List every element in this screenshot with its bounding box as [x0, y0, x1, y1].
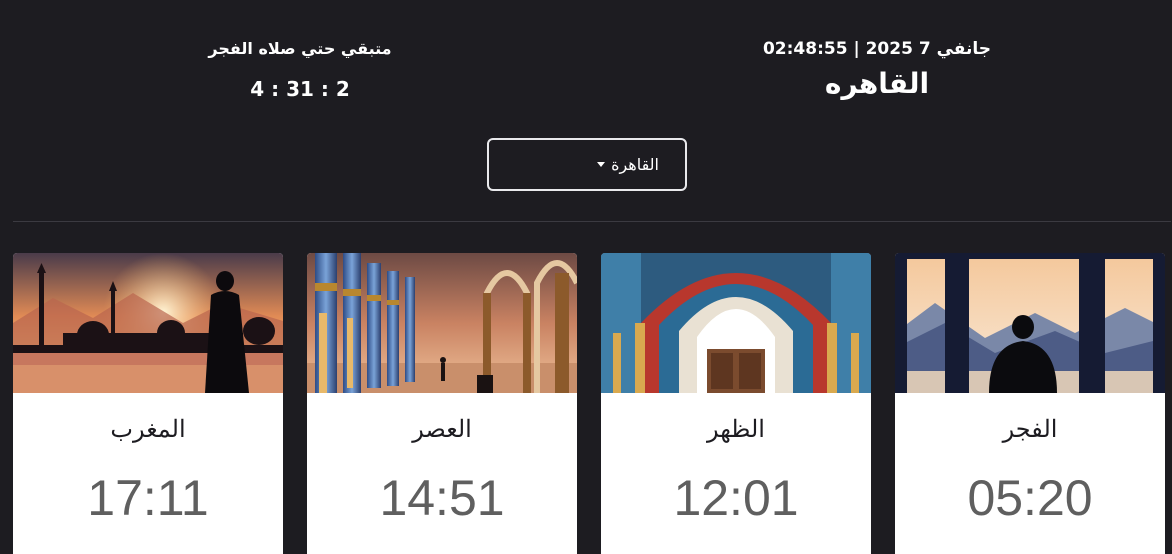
countdown-info: متبقي حتي صلاه الفجر 4 : 31 : 2: [180, 36, 420, 104]
chevron-down-icon: [597, 162, 606, 167]
maghrib-image: [13, 253, 283, 393]
city-select[interactable]: القاهرة: [487, 138, 687, 191]
date-time: جانفي 7 2025 | 02:48:55: [762, 39, 992, 59]
prayer-card-dhuhr: الظهر 12:01: [601, 253, 871, 554]
prayer-card-asr: العصر 14:51: [307, 253, 577, 554]
remaining-label: متبقي حتي صلاه الفجر: [208, 39, 392, 58]
asr-image: [307, 253, 577, 393]
prayer-time: 14:51: [379, 470, 505, 526]
prayer-name: المغرب: [110, 415, 186, 443]
prayer-card-fajr: الفجر 05:20: [895, 253, 1165, 554]
divider: [13, 221, 1171, 222]
current-info: جانفي 7 2025 | 02:48:55 القاهره: [736, 36, 1018, 104]
city-select-value: القاهرة: [611, 155, 659, 174]
prayer-name: الفجر: [1002, 415, 1058, 443]
prayer-time: 17:11: [87, 470, 209, 526]
city-title: القاهره: [824, 67, 930, 100]
prayer-time: 05:20: [967, 470, 1093, 526]
prayer-name: الظهر: [707, 415, 765, 443]
remaining-countdown: 4 : 31 : 2: [250, 77, 350, 101]
prayer-times-page: جانفي 7 2025 | 02:48:55 القاهره متبقي حت…: [0, 0, 1172, 554]
dhuhr-image: [601, 253, 871, 393]
prayer-time: 12:01: [673, 470, 799, 526]
prayer-name: العصر: [412, 415, 472, 443]
prayer-card-maghrib: المغرب 17:11: [13, 253, 283, 554]
fajr-image: [895, 253, 1165, 393]
